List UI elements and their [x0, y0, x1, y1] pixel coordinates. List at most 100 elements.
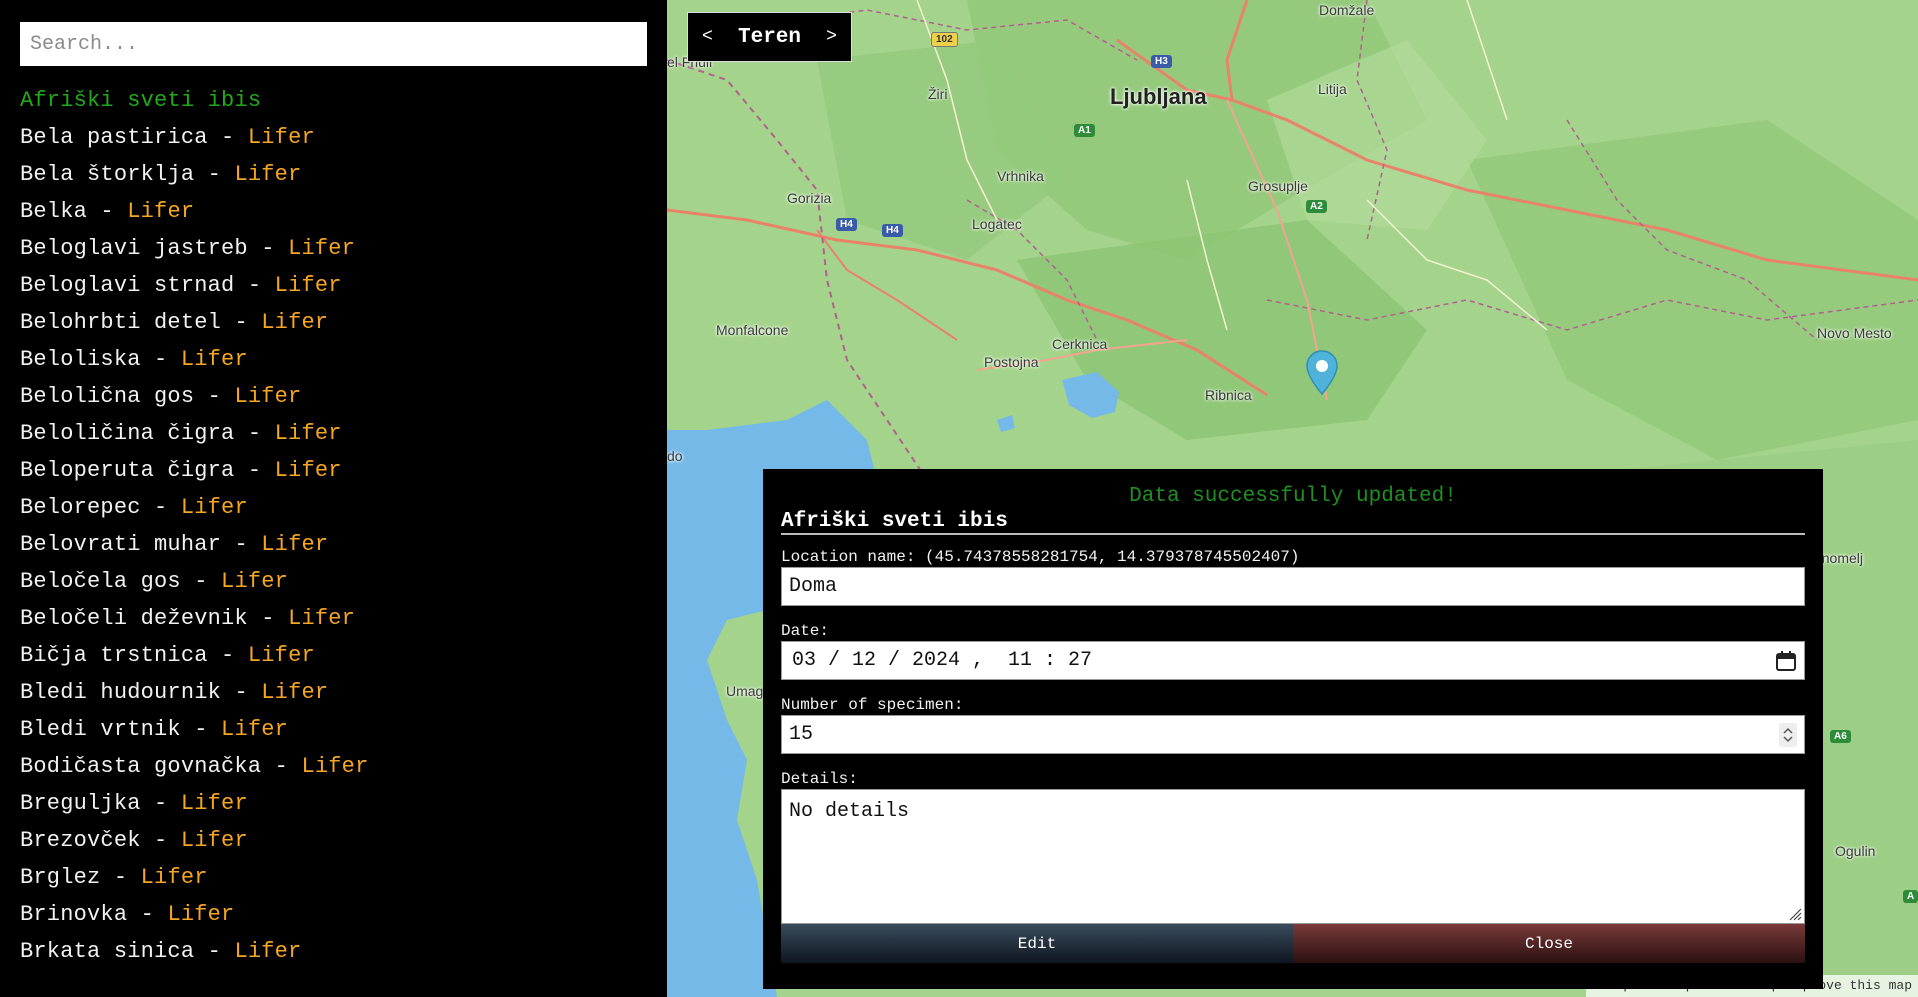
- lifer-tag: Lifer: [288, 236, 356, 261]
- species-list-item[interactable]: Bela štorklja - Lifer: [20, 156, 660, 193]
- species-list-item[interactable]: Beločeli deževnik - Lifer: [20, 600, 660, 637]
- location-name-input[interactable]: Doma: [781, 567, 1805, 606]
- species-list-item[interactable]: Belohrbti detel - Lifer: [20, 304, 660, 341]
- species-list-item[interactable]: Beločela gos - Lifer: [20, 563, 660, 600]
- lifer-tag: Lifer: [140, 865, 208, 890]
- place-label: Logatec: [972, 216, 1022, 232]
- species-list-item[interactable]: Afriški sveti ibis: [20, 82, 660, 119]
- species-list-item[interactable]: Belolična gos - Lifer: [20, 378, 660, 415]
- place-label: Umag: [726, 683, 764, 699]
- details-textarea[interactable]: No details: [781, 789, 1805, 924]
- specimen-count-input[interactable]: 15: [781, 715, 1805, 754]
- close-button[interactable]: Close: [1293, 924, 1805, 963]
- place-label: Monfalcone: [716, 322, 789, 338]
- lifer-tag: Lifer: [234, 162, 302, 187]
- species-name: Belorepec: [20, 495, 141, 520]
- road-shield: A: [1903, 890, 1918, 903]
- species-name: Belolična gos: [20, 384, 195, 409]
- species-list-item[interactable]: Bičja trstnica - Lifer: [20, 637, 660, 674]
- calendar-icon[interactable]: [1775, 650, 1797, 672]
- species-list-item[interactable]: Breguljka - Lifer: [20, 785, 660, 822]
- species-name: Beloglavi strnad: [20, 273, 235, 298]
- species-name: Beloličina čigra: [20, 421, 235, 446]
- road-shield: H3: [1151, 55, 1172, 68]
- place-label: Domžale: [1319, 2, 1375, 18]
- species-list-item[interactable]: Beloličina čigra - Lifer: [20, 415, 660, 452]
- lifer-tag: Lifer: [247, 125, 315, 150]
- status-message: Data successfully updated!: [1129, 485, 1457, 508]
- lifer-tag: Lifer: [234, 384, 302, 409]
- place-label: Cerknica: [1052, 336, 1108, 352]
- species-list-item[interactable]: Beloliska - Lifer: [20, 341, 660, 378]
- panel-actions: Edit Close: [781, 924, 1805, 963]
- lifer-tag: Lifer: [261, 310, 329, 335]
- observation-panel: Data successfully updated! Afriški sveti…: [763, 469, 1823, 989]
- map-style-label: Teren: [737, 25, 801, 49]
- species-list-item[interactable]: Beloglavi strnad - Lifer: [20, 267, 660, 304]
- species-separator: -: [221, 310, 262, 335]
- species-list-item[interactable]: Bledi hudournik - Lifer: [20, 674, 660, 711]
- species-list-item[interactable]: Beloglavi jastreb - Lifer: [20, 230, 660, 267]
- lifer-tag: Lifer: [180, 828, 248, 853]
- species-list-item[interactable]: Brglez - Lifer: [20, 859, 660, 896]
- species-name: Bela štorklja: [20, 162, 195, 187]
- species-list-item[interactable]: Beloperuta čigra - Lifer: [20, 452, 660, 489]
- species-name: Belovrati muhar: [20, 532, 222, 557]
- species-name: Brglez: [20, 865, 101, 890]
- species-separator: -: [221, 532, 262, 557]
- location-marker-icon[interactable]: [1305, 350, 1339, 396]
- species-name: Beločela gos: [20, 569, 181, 594]
- place-label: Ogulin: [1835, 843, 1876, 859]
- lifer-tag: Lifer: [180, 791, 248, 816]
- location-name-value: Doma: [789, 575, 838, 598]
- species-list-item[interactable]: Bledi vrtnik - Lifer: [20, 711, 660, 748]
- resize-handle-icon[interactable]: [1788, 907, 1802, 921]
- species-separator: -: [140, 791, 181, 816]
- species-name: Beločeli deževnik: [20, 606, 248, 631]
- species-separator: -: [207, 125, 248, 150]
- species-list-item[interactable]: Belorepec - Lifer: [20, 489, 660, 526]
- species-name: Brinovka: [20, 902, 128, 927]
- prev-style-button[interactable]: <: [702, 27, 713, 47]
- species-name: Bela pastirica: [20, 125, 208, 150]
- species-name: Brezovček: [20, 828, 141, 853]
- place-label: Postojna: [984, 354, 1039, 370]
- species-separator: -: [140, 347, 181, 372]
- species-list-item[interactable]: Brinovka - Lifer: [20, 896, 660, 933]
- species-name: Beloperuta čigra: [20, 458, 235, 483]
- species-list-item[interactable]: Bela pastirica - Lifer: [20, 119, 660, 156]
- species-separator: -: [180, 717, 222, 742]
- species-separator: -: [194, 939, 235, 964]
- place-label: Gorizia: [787, 190, 832, 206]
- species-list-item[interactable]: Belka - Lifer: [20, 193, 660, 230]
- species-list-item[interactable]: Bodičasta govnačka - Lifer: [20, 748, 660, 785]
- lifer-tag: Lifer: [261, 680, 329, 705]
- species-name: Bledi vrtnik: [20, 717, 181, 742]
- lifer-tag: Lifer: [274, 273, 342, 298]
- lifer-tag: Lifer: [234, 939, 302, 964]
- species-separator: -: [247, 606, 289, 631]
- date-input[interactable]: 03 / 12 / 2024 , 11 : 27: [781, 641, 1805, 680]
- species-separator: -: [194, 162, 235, 187]
- species-name: Afriški sveti ibis: [20, 88, 262, 113]
- species-separator: -: [207, 643, 248, 668]
- lifer-tag: Lifer: [221, 717, 289, 742]
- edit-button[interactable]: Edit: [781, 924, 1293, 963]
- species-separator: -: [247, 236, 289, 261]
- lifer-tag: Lifer: [167, 902, 235, 927]
- species-separator: -: [194, 384, 235, 409]
- species-list-item[interactable]: Belovrati muhar - Lifer: [20, 526, 660, 563]
- lifer-tag: Lifer: [127, 199, 195, 224]
- species-name: Beloliska: [20, 347, 141, 372]
- next-style-button[interactable]: >: [826, 27, 837, 47]
- place-label: Grosuplje: [1248, 178, 1308, 194]
- species-list-item[interactable]: Brkata sinica - Lifer: [20, 933, 660, 970]
- lifer-tag: Lifer: [274, 458, 342, 483]
- search-input[interactable]: [20, 22, 647, 66]
- species-sidebar: Afriški sveti ibis Bela pastirica - Lifer…: [0, 0, 667, 997]
- stepper-arrows-icon[interactable]: [1779, 722, 1797, 747]
- species-separator: -: [140, 828, 181, 853]
- specimen-count-value: 15: [789, 723, 814, 746]
- species-list-item[interactable]: Brezovček - Lifer: [20, 822, 660, 859]
- place-label: Litija: [1318, 81, 1347, 97]
